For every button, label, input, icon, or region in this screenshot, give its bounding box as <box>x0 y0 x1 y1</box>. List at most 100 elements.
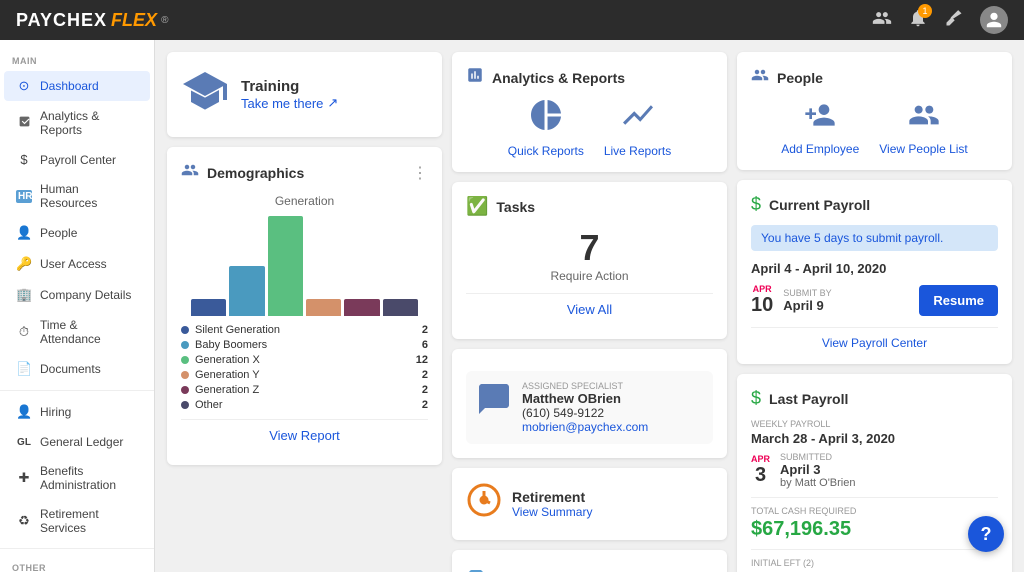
chart-bar <box>229 266 264 316</box>
notification-badge: 1 <box>918 4 932 18</box>
training-card: Training Take me there ↗ <box>167 52 442 137</box>
live-reports-icon <box>604 97 671 140</box>
legend-item: Generation Z 2 <box>181 384 428 396</box>
col-mid: Analytics & Reports Quick Reports <box>452 52 727 572</box>
sidebar-item-gl[interactable]: GL General Ledger <box>4 428 150 456</box>
chart-bar <box>191 299 226 316</box>
quick-reports-icon <box>508 97 584 140</box>
legend-dot <box>181 341 189 349</box>
users-icon[interactable] <box>872 8 892 33</box>
retirement-icon: ♻ <box>16 513 32 529</box>
view-people-item[interactable]: View People List <box>879 99 968 156</box>
retirement-link[interactable]: View Summary <box>512 505 592 519</box>
sidebar-item-label: Company Details <box>40 288 131 302</box>
sidebar-item-retirement[interactable]: ♻ Retirement Services <box>4 500 150 542</box>
quick-reports-item[interactable]: Quick Reports <box>508 97 584 158</box>
retirement-icon <box>466 482 502 526</box>
last-payroll-submitted-date: April 3 <box>780 462 998 477</box>
sidebar-item-company[interactable]: 🏢 Company Details <box>4 280 150 310</box>
chart-bar <box>344 299 379 316</box>
sidebar-item-hiring[interactable]: 👤 Hiring <box>4 397 150 427</box>
sidebar-other-label: OTHER <box>0 555 154 572</box>
demographics-menu[interactable]: ⋮ <box>412 163 428 183</box>
tools-icon <box>466 564 502 572</box>
sidebar-item-dashboard[interactable]: ⊙ Dashboard <box>4 71 150 101</box>
chart-bar <box>268 216 303 316</box>
payroll-row: APR 10 SUBMIT BY April 9 Resume <box>751 284 998 317</box>
sidebar-item-label: User Access <box>40 257 107 271</box>
sidebar-item-payroll[interactable]: $ Payroll Center <box>4 145 150 174</box>
legend-label: Generation Z <box>195 384 259 396</box>
last-payroll-title: Last Payroll <box>769 391 848 407</box>
logo-flex: FLEX <box>111 10 157 31</box>
sidebar-item-time[interactable]: ⏱ Time & Attendance <box>4 311 150 353</box>
chart-title: Generation <box>181 194 428 208</box>
col-left: Training Take me there ↗ <box>167 52 442 572</box>
sidebar-item-label: Dashboard <box>40 79 99 93</box>
hiring-icon: 👤 <box>16 404 32 420</box>
sidebar-item-useraccess[interactable]: 🔑 User Access <box>4 249 150 279</box>
payroll-alert: You have 5 days to submit payroll. <box>751 225 998 251</box>
view-report-button[interactable]: View Report <box>181 419 428 451</box>
legend-label: Baby Boomers <box>195 339 267 351</box>
people-card-icon <box>751 66 769 89</box>
last-payroll-submitted-label: SUBMITTED <box>780 452 998 462</box>
specialist-label: ASSIGNED SPECIALIST <box>522 381 648 391</box>
training-title: Training <box>241 78 338 95</box>
sidebar-item-label: People <box>40 226 77 240</box>
dashboard-icon: ⊙ <box>16 78 32 94</box>
legend-count: 2 <box>422 399 428 411</box>
sidebar-item-hr[interactable]: HR Human Resources <box>4 175 150 217</box>
view-people-icon <box>879 99 968 138</box>
current-payroll-title: Current Payroll <box>769 197 870 213</box>
legend-dot <box>181 356 189 364</box>
sidebar-item-people[interactable]: 👤 People <box>4 218 150 248</box>
payroll-period: April 4 - April 10, 2020 <box>751 261 998 276</box>
specialist-icon <box>476 381 512 425</box>
dashboard-grid: Training Take me there ↗ <box>167 52 1012 572</box>
company-icon: 🏢 <box>16 287 32 303</box>
demographics-title: Demographics <box>207 165 304 181</box>
help-button[interactable]: ? <box>968 516 1004 552</box>
sidebar-item-documents[interactable]: 📄 Documents <box>4 354 150 384</box>
hr-icon: HR <box>16 190 32 203</box>
analytics-card-icon <box>466 66 484 89</box>
last-payroll-icon: $ <box>751 388 761 409</box>
legend-item: Baby Boomers 6 <box>181 339 428 351</box>
legend-count: 2 <box>422 369 428 381</box>
add-employee-item[interactable]: Add Employee <box>781 99 859 156</box>
people-card: People Add Employee <box>737 52 1012 170</box>
live-reports-item[interactable]: Live Reports <box>604 97 671 158</box>
tasks-view-all[interactable]: View All <box>466 293 713 325</box>
live-reports-label: Live Reports <box>604 144 671 158</box>
payroll-icon: $ <box>16 152 32 167</box>
avatar[interactable] <box>980 6 1008 34</box>
specialist-name: Matthew OBrien <box>522 391 648 406</box>
people-title: People <box>777 70 823 86</box>
legend-item: Silent Generation 2 <box>181 324 428 336</box>
last-payroll-row: APR 3 SUBMITTED April 3 by Matt O'Brien <box>751 452 998 489</box>
sidebar-item-benefits[interactable]: ✚ Benefits Administration <box>4 457 150 499</box>
legend-dot <box>181 401 189 409</box>
last-payroll-submitted-by: by Matt O'Brien <box>780 477 998 489</box>
retirement-card: Retirement View Summary <box>452 468 727 540</box>
tasks-card: ✅ Tasks 7 Require Action View All <box>452 182 727 339</box>
resume-button[interactable]: Resume <box>919 285 998 316</box>
bell-icon[interactable] <box>944 8 964 33</box>
total-cash-label: TOTAL CASH REQUIRED <box>751 506 998 516</box>
view-people-label: View People List <box>879 142 968 156</box>
training-link[interactable]: Take me there ↗ <box>241 95 338 111</box>
specialist-email[interactable]: mobrien@paychex.com <box>522 420 648 434</box>
view-payroll-center-link[interactable]: View Payroll Center <box>751 327 998 350</box>
current-payroll-card: $ Current Payroll You have 5 days to sub… <box>737 180 1012 364</box>
sidebar-item-analytics[interactable]: Analytics & Reports <box>4 102 150 144</box>
analytics-title: Analytics & Reports <box>492 70 625 86</box>
legend-count: 12 <box>416 354 428 366</box>
sidebar-item-label: Time & Attendance <box>40 318 138 346</box>
legend-item: Other 2 <box>181 399 428 411</box>
notification-icon[interactable]: 1 <box>908 8 928 33</box>
legend-label: Silent Generation <box>195 324 280 336</box>
retirement-title: Retirement <box>512 489 592 505</box>
quick-reports-label: Quick Reports <box>508 144 584 158</box>
col-right: People Add Employee <box>737 52 1012 572</box>
